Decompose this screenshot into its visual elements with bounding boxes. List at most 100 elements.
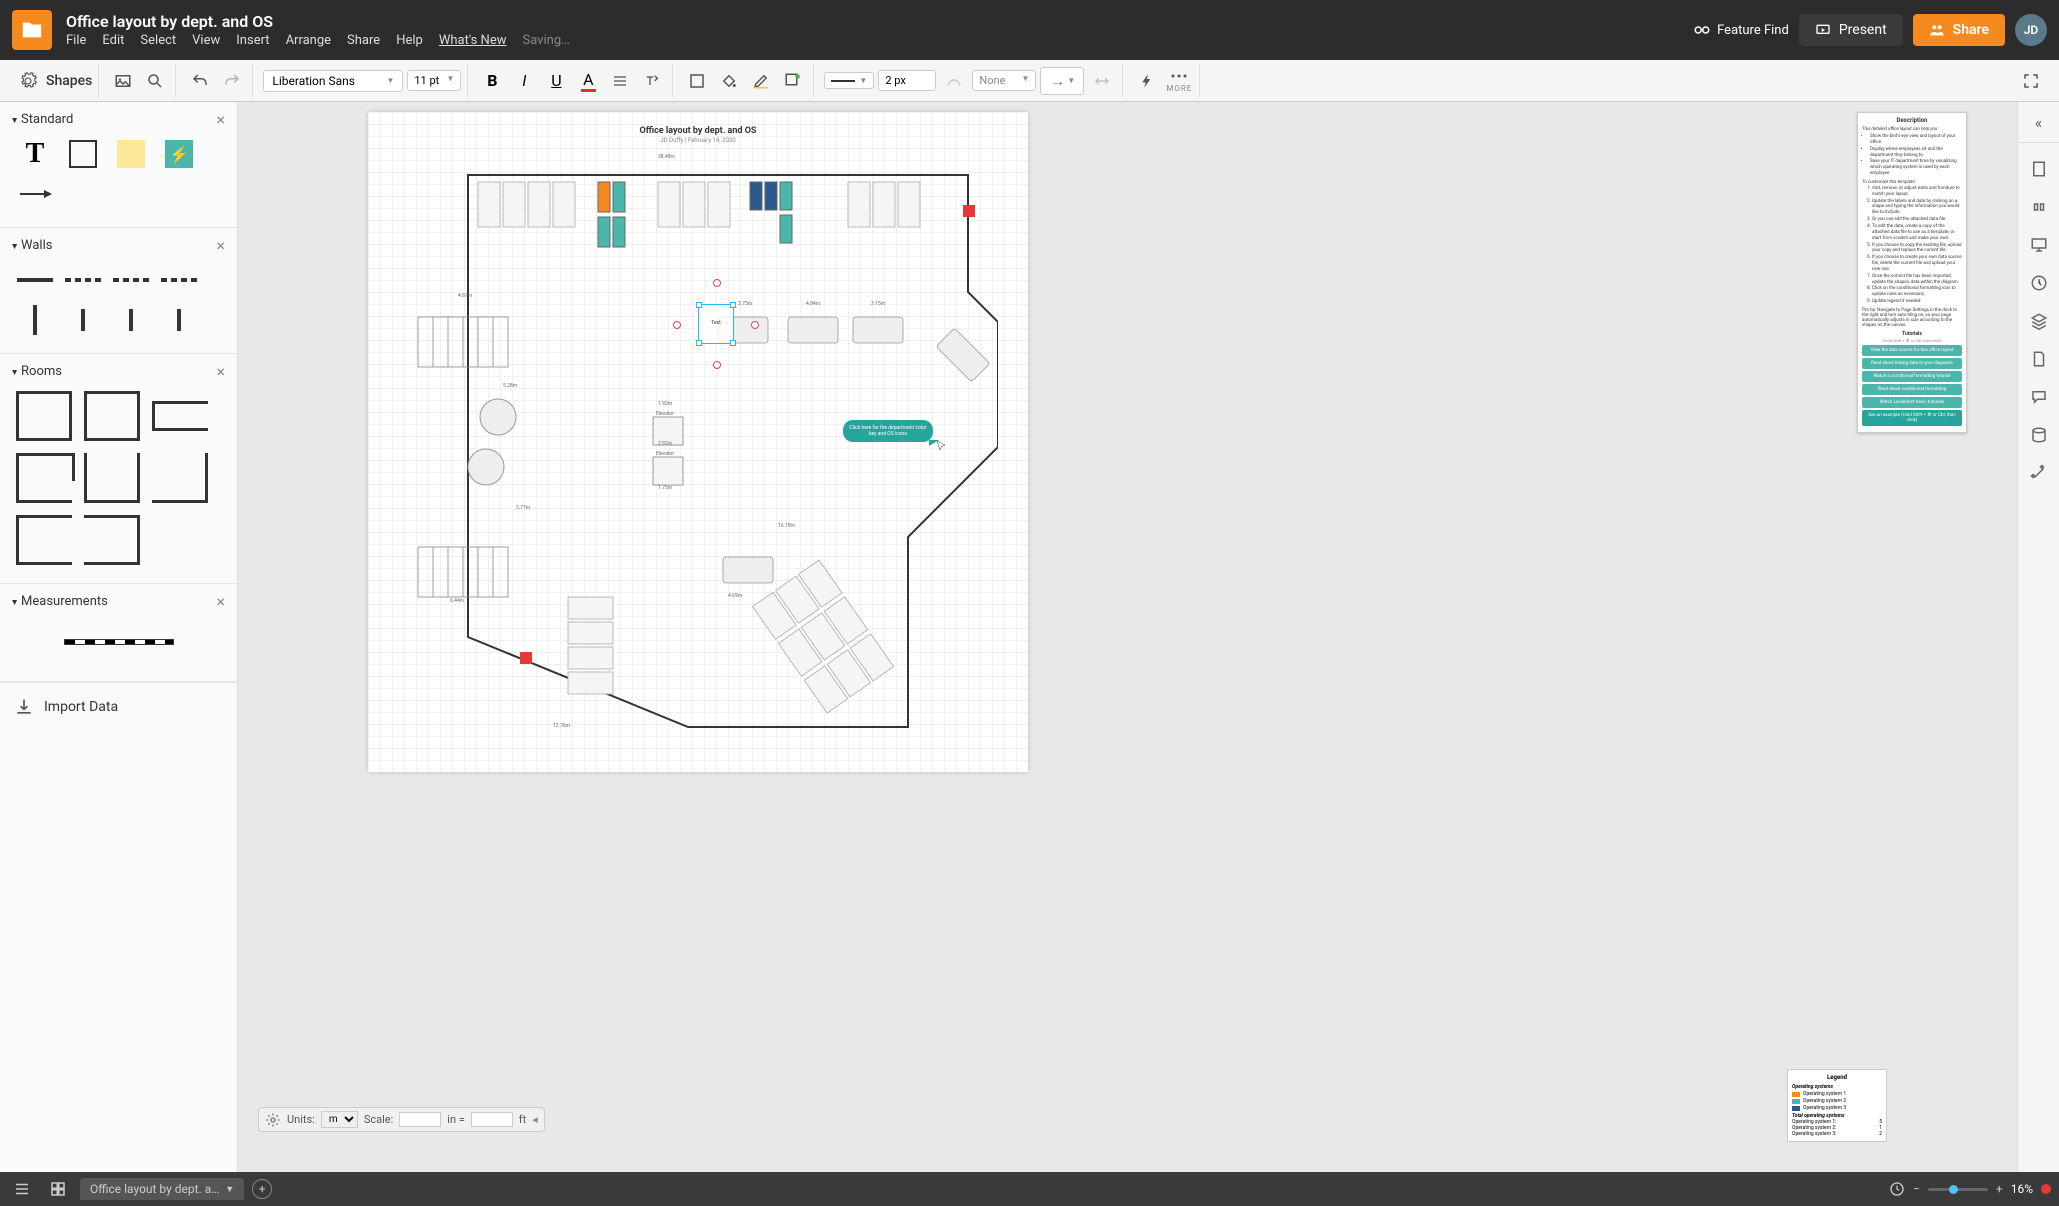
dock-text-formatting[interactable] [2027, 195, 2051, 219]
menu-select[interactable]: Select [140, 33, 176, 48]
text-options-button[interactable] [638, 67, 666, 95]
document-title[interactable]: Office layout by dept. and OS [66, 12, 1693, 31]
fullscreen-button[interactable] [2017, 67, 2045, 95]
zoom-slider[interactable] [1928, 1188, 1988, 1191]
shape-wall-dot[interactable] [160, 265, 198, 295]
line-style-select[interactable]: ▼ [824, 72, 874, 89]
text-color-button[interactable]: A [574, 67, 602, 95]
shape-wall-dash2[interactable] [112, 265, 150, 295]
dock-history[interactable] [2027, 271, 2051, 295]
shape-note[interactable] [112, 139, 150, 169]
section-standard-header[interactable]: Standard × [12, 110, 225, 129]
section-walls-header[interactable]: Walls × [12, 236, 225, 255]
collapse-units-bar[interactable]: ◂ [532, 1113, 538, 1126]
shape-action[interactable]: ⚡ [160, 139, 198, 169]
tutorial-link-3[interactable]: Read about conditional formatting [1862, 384, 1962, 395]
more-button[interactable] [1165, 69, 1193, 83]
scale-input-left[interactable] [399, 1112, 441, 1127]
close-section-measurements[interactable]: × [216, 592, 225, 611]
section-rooms-header[interactable]: Rooms × [12, 362, 225, 381]
undo-button[interactable] [186, 67, 214, 95]
tutorial-link-2[interactable]: Watch a conditional formatting tutorial [1862, 371, 1962, 382]
redo-button[interactable] [218, 67, 246, 95]
tutorial-link-0[interactable]: View the data source for this office lay… [1862, 345, 1962, 356]
lightning-button[interactable] [1133, 67, 1161, 95]
shape-room-open-side2[interactable] [84, 515, 140, 565]
zoom-out-button[interactable]: − [1913, 1182, 1920, 1196]
shape-room-open-tb[interactable] [152, 453, 208, 503]
menu-help[interactable]: Help [396, 33, 423, 48]
dock-comments[interactable] [2027, 385, 2051, 409]
align-button[interactable] [606, 67, 634, 95]
menu-file[interactable]: File [66, 33, 86, 48]
add-page-button[interactable]: + [252, 1179, 272, 1199]
app-logo[interactable] [12, 10, 52, 50]
dock-collapse-button[interactable]: « [2027, 110, 2051, 134]
close-section-walls[interactable]: × [216, 236, 225, 255]
dock-data-linking[interactable] [2027, 423, 2051, 447]
border-color-button[interactable] [747, 67, 775, 95]
share-button[interactable]: Share [1913, 14, 2005, 46]
shape-fill-button[interactable] [683, 67, 711, 95]
italic-button[interactable]: I [510, 67, 538, 95]
fill-color-button[interactable] [715, 67, 743, 95]
menu-arrange[interactable]: Arrange [286, 33, 331, 48]
tutorial-link-4[interactable]: Watch Lucidchart basic tutorials [1862, 397, 1962, 408]
feature-find-button[interactable]: Feature Find [1693, 21, 1789, 39]
import-data-button[interactable]: Import Data [0, 682, 237, 731]
image-button[interactable] [109, 67, 137, 95]
shape-room-open-side[interactable] [16, 515, 72, 565]
section-measurements-header[interactable]: Measurements × [12, 592, 225, 611]
menu-whats-new[interactable]: What's New [439, 33, 507, 48]
tutorial-link-1[interactable]: Read about linking data to your diagrams [1862, 358, 1962, 369]
menu-share[interactable]: Share [347, 33, 380, 48]
endpoint-left-select[interactable]: None▼ [972, 70, 1036, 91]
callout-bubble[interactable]: Click here for the department color key … [843, 420, 933, 442]
dock-conditional-formatting[interactable] [2027, 461, 2051, 485]
shape-room-L[interactable] [16, 453, 72, 503]
record-indicator[interactable] [2041, 1184, 2051, 1194]
shape-room-2[interactable] [84, 391, 140, 441]
swap-endpoints-button[interactable] [1088, 67, 1116, 95]
gear-icon[interactable] [265, 1112, 281, 1128]
units-select[interactable]: m [321, 1111, 358, 1128]
shape-wall-vert[interactable] [16, 305, 54, 335]
font-size-select[interactable]: 11 pt▼ [407, 70, 461, 91]
page-tab[interactable]: Office layout by dept. a… ▼ [80, 1178, 244, 1200]
canvas-area[interactable]: Office layout by dept. and OS JD Duffy |… [238, 102, 2017, 1172]
shape-text[interactable]: T [16, 139, 54, 169]
font-family-select[interactable]: Liberation Sans▼ [263, 70, 403, 92]
shape-arrow[interactable] [16, 179, 54, 209]
dock-layers[interactable] [2027, 309, 2051, 333]
menu-edit[interactable]: Edit [102, 33, 124, 48]
underline-button[interactable]: U [542, 67, 570, 95]
canvas-page[interactable]: Office layout by dept. and OS JD Duffy |… [368, 112, 1028, 772]
endpoint-right-select[interactable]: →▼ [1040, 67, 1084, 95]
shapes-gear-button[interactable] [14, 67, 42, 95]
bold-button[interactable]: B [478, 67, 506, 95]
tutorial-link-5[interactable]: See an example (Hold Shift + ⌘ or Ctrl, … [1862, 410, 1962, 426]
close-section-rooms[interactable]: × [216, 362, 225, 381]
zoom-in-button[interactable]: + [1996, 1182, 2003, 1196]
search-shapes-button[interactable] [141, 67, 169, 95]
shape-wall-vert4[interactable] [160, 305, 198, 335]
shape-wall-vert2[interactable] [64, 305, 102, 335]
shape-room-open-r[interactable] [152, 391, 208, 441]
shape-rectangle[interactable] [64, 139, 102, 169]
dock-page-settings[interactable] [2027, 157, 2051, 181]
present-button[interactable]: Present [1799, 14, 1903, 46]
line-width-select[interactable]: 2 px [878, 70, 936, 91]
shape-wall-solid[interactable] [16, 265, 54, 295]
zoom-percent[interactable]: 16% [2011, 1182, 2033, 1196]
line-arrow-button[interactable] [940, 67, 968, 95]
scale-input-right[interactable] [471, 1112, 513, 1127]
shape-room-open-t[interactable] [84, 453, 140, 503]
page-list-view[interactable] [8, 1175, 36, 1203]
shape-ruler[interactable] [64, 627, 174, 657]
selected-shape[interactable]: Text [698, 304, 734, 344]
user-avatar[interactable]: JD [2015, 14, 2047, 46]
shape-room-closed[interactable] [16, 391, 72, 441]
close-section-standard[interactable]: × [216, 110, 225, 129]
sync-icon[interactable] [1889, 1181, 1905, 1197]
page-grid-view[interactable] [44, 1175, 72, 1203]
